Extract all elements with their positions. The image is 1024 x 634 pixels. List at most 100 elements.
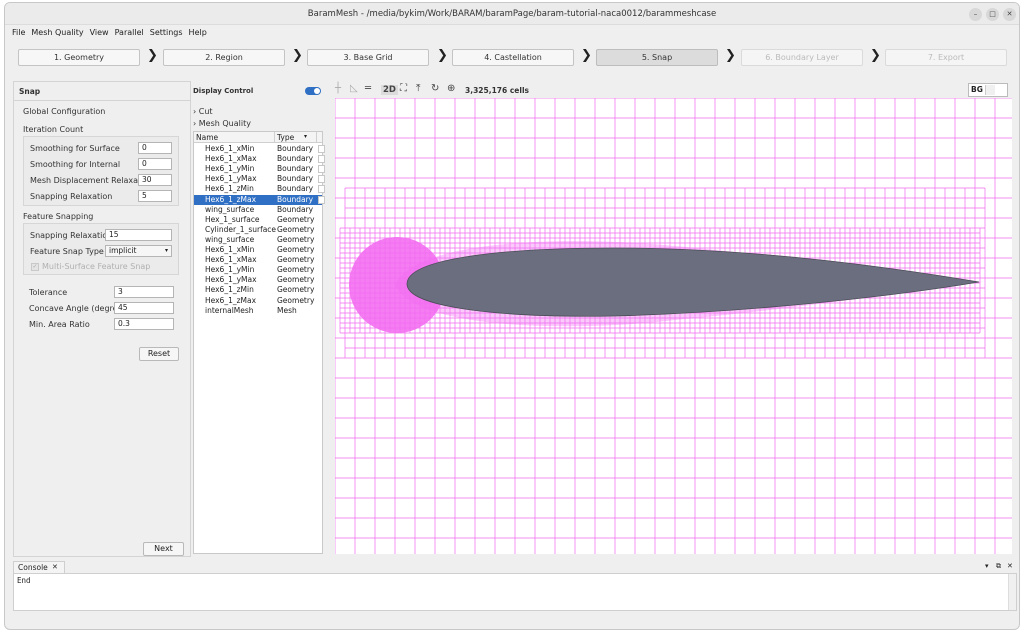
tolerance-input[interactable]: 3 xyxy=(114,286,174,298)
row-type: Geometry xyxy=(277,214,315,224)
min-area-ratio-input[interactable]: 0.3 xyxy=(114,318,174,330)
console-scrollbar[interactable] xyxy=(1008,574,1016,610)
row-checkbox[interactable] xyxy=(318,165,325,174)
mesh-render xyxy=(335,98,1012,554)
workflow-steps: 1. Geometry ❯ 2. Region ❯ 3. Base Grid ❯… xyxy=(5,45,1019,71)
row-name: Hex6_1_yMax xyxy=(205,275,257,285)
table-row[interactable]: internalMesh Mesh xyxy=(194,306,322,316)
close-icon[interactable]: ✕ xyxy=(1007,562,1013,570)
feature-snap-type-select[interactable]: implicit ▾ xyxy=(105,245,172,257)
next-button[interactable]: Next xyxy=(143,542,184,556)
axes-icon[interactable]: ┼ xyxy=(335,83,341,94)
view-up-icon[interactable]: ⤒ xyxy=(416,83,420,94)
menu-settings[interactable]: Settings xyxy=(150,25,183,40)
row-name: Hex6_1_yMax xyxy=(205,174,257,184)
snapping-relaxation-input[interactable]: 5 xyxy=(138,190,172,202)
cut-expander[interactable]: › Cut xyxy=(193,107,213,116)
mesh-viewport[interactable] xyxy=(335,98,1012,554)
multi-surface-checkbox[interactable]: ✓ xyxy=(31,263,39,271)
step-arrow-icon: ❯ xyxy=(870,48,881,63)
row-type: Boundary xyxy=(277,144,314,153)
concave-angle-label: Concave Angle (degree) xyxy=(29,304,126,313)
table-row[interactable]: Hex6_1_zMax Boundary xyxy=(194,194,325,205)
table-row[interactable]: Hex6_1_yMin Boundary xyxy=(194,164,325,174)
table-row[interactable]: Hex6_1_yMax Boundary xyxy=(194,174,325,184)
table-row[interactable]: Hex6_1_zMin Boundary xyxy=(194,184,325,194)
multi-surface-label: Multi-Surface Feature Snap xyxy=(42,262,151,271)
step-arrow-icon: ❯ xyxy=(725,48,736,63)
step-arrow-icon: ❯ xyxy=(437,48,448,63)
mode-2d-button[interactable]: 2D xyxy=(381,85,398,95)
step-region[interactable]: 2. Region xyxy=(163,49,285,66)
row-checkbox[interactable] xyxy=(318,195,325,204)
bg-toggle[interactable]: BG xyxy=(968,83,1008,97)
col-type-header[interactable]: Type xyxy=(277,133,294,142)
console-output[interactable]: End xyxy=(13,573,1017,611)
mesh-displacement-input[interactable]: 30 xyxy=(138,174,172,186)
table-row[interactable]: Hex6_1_xMax Boundary xyxy=(194,154,325,164)
display-toggle[interactable] xyxy=(305,87,321,95)
row-checkbox[interactable] xyxy=(318,185,325,194)
row-type: Geometry xyxy=(277,234,315,244)
smoothing-surface-input[interactable]: 0 xyxy=(138,142,172,154)
row-checkbox[interactable] xyxy=(318,175,325,184)
row-name: Hex6_1_xMin xyxy=(205,144,255,153)
row-checkbox[interactable] xyxy=(318,145,325,153)
menu-bar: File Mesh Quality View Parallel Settings… xyxy=(5,25,1019,40)
row-name: wing_surface xyxy=(205,204,255,214)
fit-icon[interactable]: ⛶ xyxy=(400,83,407,94)
menu-mesh-quality[interactable]: Mesh Quality xyxy=(31,25,83,40)
float-icon[interactable]: ⧉ xyxy=(996,562,1001,571)
step-base-grid[interactable]: 3. Base Grid xyxy=(307,49,429,66)
menu-parallel[interactable]: Parallel xyxy=(115,25,144,40)
row-name: Hex6_1_zMin xyxy=(205,285,254,295)
feature-relaxation-label: Snapping Relaxation xyxy=(30,231,113,240)
table-row[interactable]: Cylinder_1_surface Geometry xyxy=(194,225,322,235)
feature-snap-type-value: implicit xyxy=(109,246,137,255)
col-name-header[interactable]: Name xyxy=(196,133,218,142)
table-row[interactable]: wing_surface Geometry xyxy=(194,235,322,245)
dock-menu-icon[interactable]: ▾ xyxy=(985,562,989,570)
smoothing-internal-input[interactable]: 0 xyxy=(138,158,172,170)
line-icon[interactable]: ═ xyxy=(365,83,371,94)
table-row[interactable]: Hex6_1_zMax Geometry xyxy=(194,296,322,306)
mesh-quality-expander[interactable]: › Mesh Quality xyxy=(193,119,251,128)
step-geometry[interactable]: 1. Geometry xyxy=(18,49,140,66)
table-row[interactable]: Hex_1_surface Geometry xyxy=(194,215,322,225)
reset-button[interactable]: Reset xyxy=(139,347,179,361)
table-row[interactable]: wing_surface Boundary xyxy=(194,205,322,215)
rotate-plus-icon[interactable]: ⊕ xyxy=(447,83,455,94)
console-tab-label: Console xyxy=(18,563,48,572)
table-row[interactable]: Hex6_1_zMin Geometry xyxy=(194,285,322,295)
feature-snapping-label: Feature Snapping xyxy=(23,212,94,221)
step-snap[interactable]: 5. Snap xyxy=(596,49,718,66)
table-row[interactable]: Hex6_1_xMax Geometry xyxy=(194,255,322,265)
row-type: Boundary xyxy=(277,154,314,164)
row-type: Geometry xyxy=(277,265,315,275)
close-icon[interactable]: ✕ xyxy=(52,563,58,571)
step-arrow-icon: ❯ xyxy=(581,48,592,63)
row-name: wing_surface xyxy=(205,234,255,244)
step-castellation[interactable]: 4. Castellation xyxy=(452,49,574,66)
row-name: Hex6_1_xMax xyxy=(205,154,257,164)
table-row[interactable]: Hex6_1_xMin Boundary xyxy=(194,144,325,154)
maximize-icon[interactable]: □ xyxy=(986,8,999,21)
table-row[interactable]: Hex6_1_xMin Geometry xyxy=(194,245,322,255)
concave-angle-input[interactable]: 45 xyxy=(114,302,174,314)
chevron-down-icon: ▾ xyxy=(164,247,168,254)
menu-view[interactable]: View xyxy=(90,25,109,40)
console-tab[interactable]: Console ✕ xyxy=(13,561,65,573)
console-dock: Console ✕ ▾ ⧉ ✕ End xyxy=(13,561,1017,627)
ruler-icon[interactable]: ◺ xyxy=(350,83,358,94)
row-checkbox[interactable] xyxy=(318,155,325,164)
menu-file[interactable]: File xyxy=(12,25,25,40)
feature-relaxation-input[interactable]: 15 xyxy=(105,229,172,241)
table-row[interactable]: Hex6_1_yMax Geometry xyxy=(194,275,322,285)
menu-help[interactable]: Help xyxy=(189,25,207,40)
row-type: Boundary xyxy=(277,204,314,214)
close-icon[interactable]: ✕ xyxy=(1003,8,1016,21)
chevron-right-icon: › xyxy=(193,107,197,116)
table-row[interactable]: Hex6_1_yMin Geometry xyxy=(194,265,322,275)
minimize-icon[interactable]: – xyxy=(969,8,982,21)
rotate-icon[interactable]: ↻ xyxy=(431,83,439,94)
